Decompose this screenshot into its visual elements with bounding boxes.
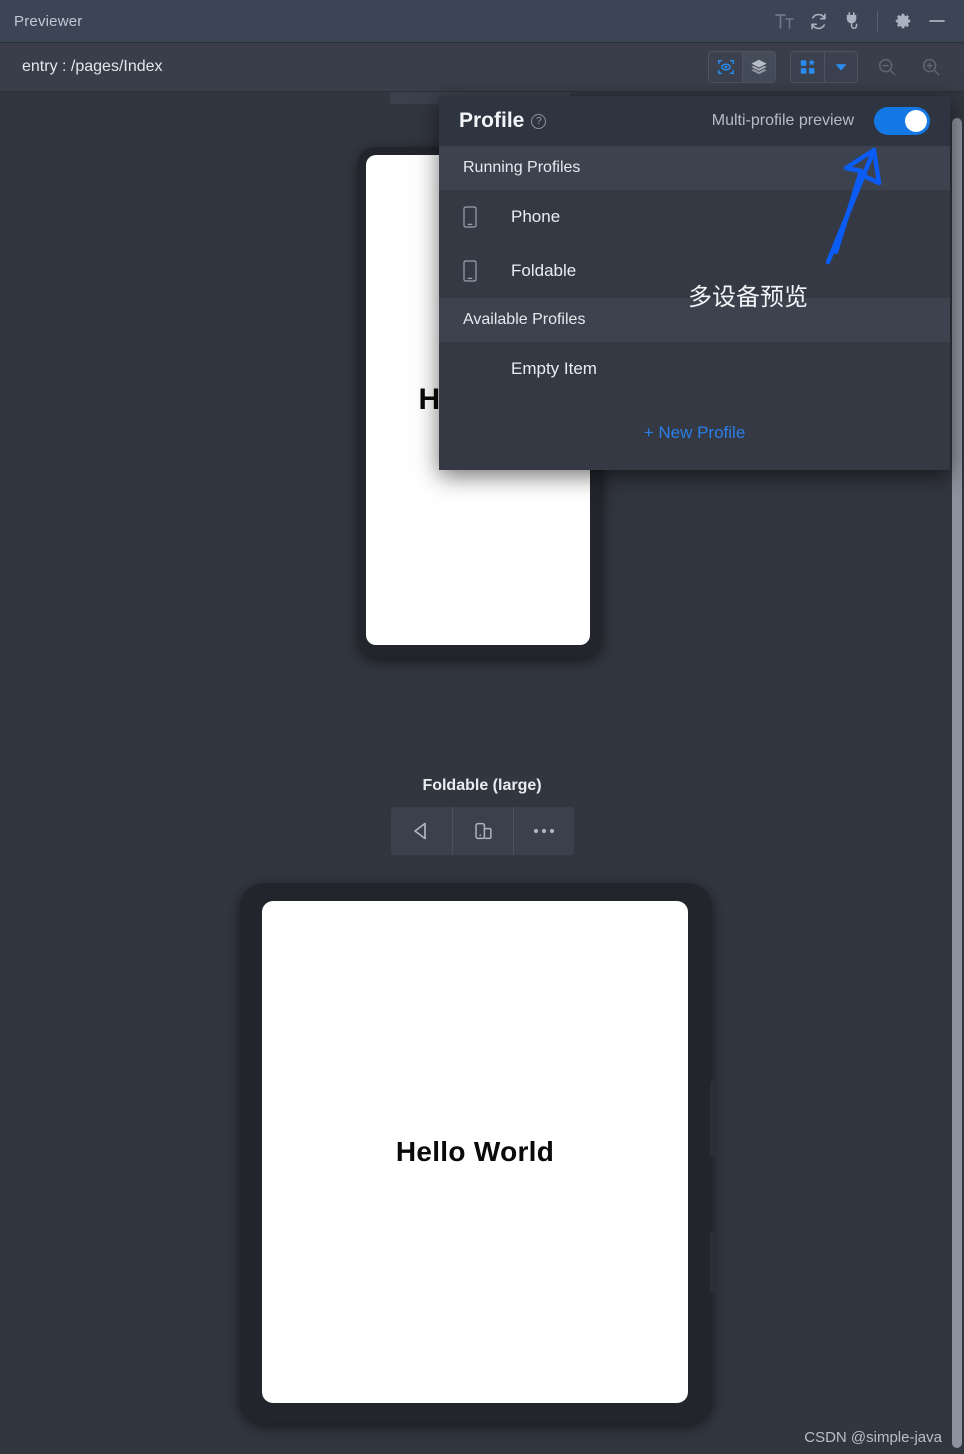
window-title-bar: Previewer xyxy=(0,0,964,43)
annotation-chinese-note: 多设备预览 xyxy=(688,284,808,311)
multi-profile-preview-label: Multi-profile preview xyxy=(711,112,854,129)
device-side-button-top xyxy=(710,1081,716,1157)
foldable-device-title: Foldable (large) xyxy=(422,777,542,794)
window-title: Previewer xyxy=(14,12,83,30)
multi-profile-preview-toggle[interactable] xyxy=(874,107,930,135)
multi-device-grid-icon[interactable] xyxy=(791,52,824,82)
device-side-button-bottom xyxy=(710,1231,716,1293)
fold-unfold-icon[interactable] xyxy=(451,807,513,855)
profile-panel-title: Profile xyxy=(459,109,525,132)
entry-bar: entry : /pages/Index xyxy=(0,43,964,92)
chevron-down-icon[interactable] xyxy=(824,52,857,82)
profile-panel-footer: + New Profile xyxy=(439,396,950,470)
profile-item-empty[interactable]: Empty Item xyxy=(439,342,950,396)
profile-item-foldable-label: Foldable xyxy=(511,261,577,280)
multi-device-group xyxy=(790,51,858,83)
minimize-icon[interactable] xyxy=(920,6,954,36)
inspector-icon[interactable] xyxy=(709,52,742,82)
toggle-knob xyxy=(905,110,927,132)
foldable-screen-text: Hello World xyxy=(395,1136,555,1167)
toolbar-divider xyxy=(877,11,878,31)
entry-path-label: entry : /pages/Index xyxy=(22,58,163,75)
foldable-device-screen: Hello World xyxy=(262,901,688,1403)
device-preview-foldable: Foldable (large) Hello World xyxy=(240,777,724,1423)
new-profile-button[interactable]: + New Profile xyxy=(644,423,746,443)
phone-device-icon xyxy=(463,206,497,228)
zoom-in-icon[interactable] xyxy=(916,52,946,82)
inspect-group xyxy=(708,51,776,83)
canvas-scrollbar-track[interactable] xyxy=(950,92,964,1454)
watermark-text: CSDN @simple-java xyxy=(804,1429,942,1446)
profile-item-phone[interactable]: Phone xyxy=(439,190,950,244)
zoom-out-icon[interactable] xyxy=(872,52,902,82)
profile-item-phone-label: Phone xyxy=(511,207,561,226)
profile-panel-header: Profile ? Multi-profile preview xyxy=(439,96,950,146)
window-actions xyxy=(767,6,964,36)
rotate-back-icon[interactable] xyxy=(391,807,452,855)
canvas-scrollbar-thumb[interactable] xyxy=(952,118,962,1448)
refresh-icon[interactable] xyxy=(801,6,835,36)
settings-gear-icon[interactable] xyxy=(886,6,920,36)
profile-item-empty-label: Empty Item xyxy=(511,359,597,378)
foldable-device-toolbar xyxy=(240,807,724,855)
phone-device-icon xyxy=(463,260,497,282)
foldable-device-frame: Hello World xyxy=(240,883,716,1423)
help-icon[interactable]: ? xyxy=(531,113,547,129)
font-size-icon[interactable] xyxy=(767,6,801,36)
plug-icon[interactable] xyxy=(835,6,869,36)
more-options-icon[interactable] xyxy=(512,807,574,855)
layers-icon[interactable] xyxy=(742,52,775,82)
entry-bar-actions xyxy=(708,51,964,83)
section-header-running-profiles: Running Profiles xyxy=(439,146,950,190)
